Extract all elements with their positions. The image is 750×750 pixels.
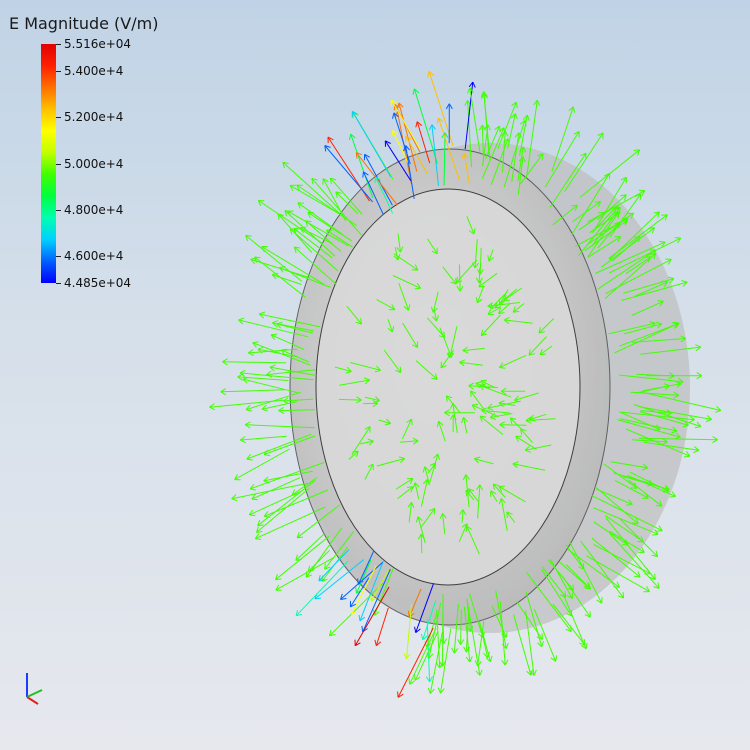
colorbar-tick-mark xyxy=(56,209,61,211)
field-arrow-head xyxy=(564,591,567,598)
colorbar-tick-mark xyxy=(56,117,61,119)
colorbar-tick-mark xyxy=(56,283,61,284)
field-arrow xyxy=(460,609,462,645)
field-arrow-head xyxy=(362,171,364,178)
field-arrow-head xyxy=(470,390,472,397)
colorbar-tick-mark xyxy=(56,44,61,45)
colorbar-tick-label: 5.000e+4 xyxy=(64,156,124,171)
field-arrow-head xyxy=(391,130,393,137)
field-arrow-head xyxy=(478,285,485,288)
field-arrow-head xyxy=(661,214,668,216)
field-arrow-head xyxy=(539,353,546,356)
field-arrow-head xyxy=(619,207,621,214)
field-arrow-head xyxy=(613,586,620,588)
field-arrow xyxy=(441,594,444,667)
field-arrow-head xyxy=(300,226,307,229)
field-arrow xyxy=(478,267,481,284)
field-arrow-head xyxy=(505,631,508,638)
field-arrow-head xyxy=(255,538,262,540)
ring-inner-hole xyxy=(315,188,581,586)
legend-title: E Magnitude (V/m) xyxy=(9,14,159,33)
colorbar xyxy=(41,44,56,283)
field-arrow-head xyxy=(657,300,664,302)
field-arrow-head xyxy=(414,674,416,681)
field-arrow-head xyxy=(622,592,625,599)
field-arrow-head xyxy=(407,486,414,488)
field-arrow xyxy=(499,424,527,426)
colorbar-tick-label: 5.516e+04 xyxy=(64,37,132,51)
colorbar-tick-mark xyxy=(56,256,61,258)
field-arrow-head xyxy=(674,237,681,239)
colorbar-tick-label: 4.600e+4 xyxy=(64,249,124,264)
field-arrow-head xyxy=(669,495,676,498)
field-arrow-head xyxy=(594,201,601,203)
field-arrow-head xyxy=(297,202,304,204)
field-arrow-head xyxy=(324,563,326,570)
field-arrow-head xyxy=(465,526,468,533)
colorbar-tick-mark xyxy=(56,163,61,165)
field-arrow-head xyxy=(659,240,666,243)
field-arrow-head xyxy=(408,678,411,685)
field-arrow-head xyxy=(411,419,413,426)
field-arrow-head xyxy=(321,575,324,582)
field-arrow-head xyxy=(656,530,663,532)
field-arrow-head xyxy=(434,463,437,470)
colorbar-tick-label: 5.400e+4 xyxy=(64,63,124,78)
colorbar-tick-mark xyxy=(56,70,61,72)
field-arrow-head xyxy=(570,625,572,632)
field-arrow-head xyxy=(397,691,399,698)
colorbar-tick-label: 5.200e+4 xyxy=(64,110,124,125)
field-arrow-head xyxy=(293,227,300,230)
field-arrow-head xyxy=(655,505,662,507)
field-arrow-head xyxy=(374,176,377,183)
field-arrow-head xyxy=(541,153,544,160)
field-arrow-head xyxy=(433,508,436,515)
field-arrow-head xyxy=(297,536,304,539)
field-arrow-head xyxy=(639,194,642,201)
field-arrow-head xyxy=(414,287,421,290)
field-arrow-head xyxy=(648,227,655,229)
field-arrow-head xyxy=(663,491,670,493)
field-arrow-head xyxy=(305,571,308,578)
field-arrow-head xyxy=(249,514,256,517)
field-arrow-head xyxy=(251,498,258,501)
field-arrow-head xyxy=(271,333,278,336)
colorbar-tick-label: 4.800e+4 xyxy=(64,202,124,217)
field-arrow-head xyxy=(480,379,487,382)
field-arrow xyxy=(420,534,423,554)
field-arrow-head xyxy=(467,488,470,495)
field-arrow-head xyxy=(630,487,637,489)
colorbar-tick-label: 4.485e+04 xyxy=(64,276,132,290)
field-arrow-head xyxy=(506,511,508,518)
field-arrow-head xyxy=(399,366,402,373)
field-arrow-head xyxy=(499,367,506,369)
field-arrow xyxy=(338,398,362,401)
field-arrow-head xyxy=(355,152,358,159)
